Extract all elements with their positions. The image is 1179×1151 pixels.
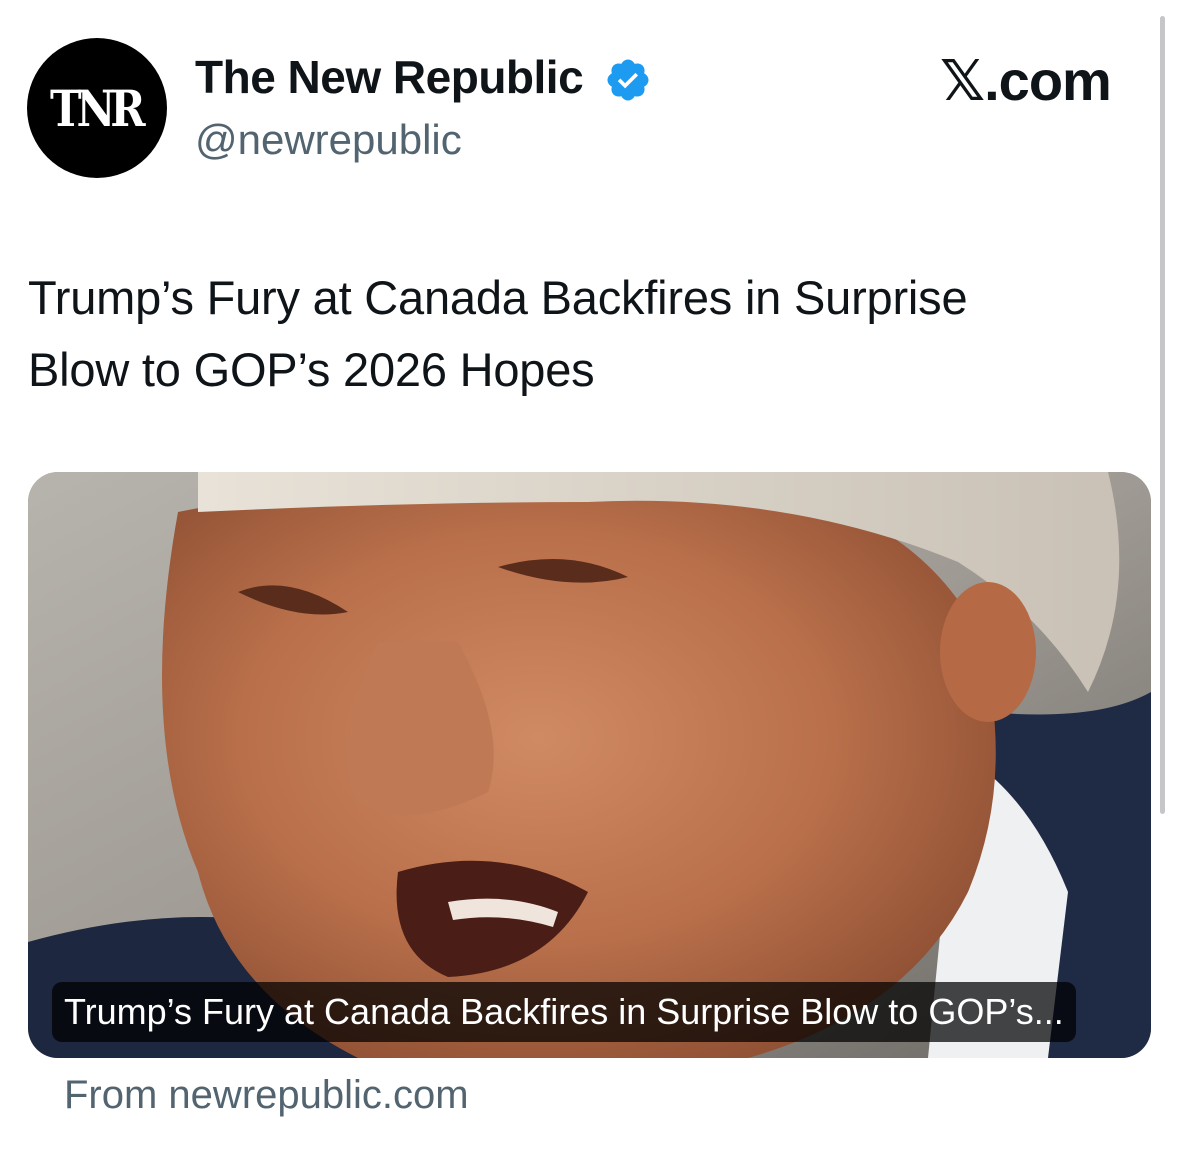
x-com-logo: 𝕏.com [940,49,1112,112]
tweet-text-line: Blow to GOP’s 2026 Hopes [28,343,595,396]
avatar[interactable]: TNR [27,38,167,178]
card-source-domain[interactable]: From newrepublic.com [64,1073,469,1118]
display-name[interactable]: The New Republic [195,50,584,104]
tweet-text-line: Trump’s Fury at Canada Backfires in Surp… [28,271,968,324]
tnr-logo-icon: TNR [49,78,146,138]
tweet-screenshot: TNR The New Republic @newrepublic 𝕏.com … [0,0,1179,1151]
link-preview-card[interactable]: Trump’s Fury at Canada Backfires in Surp… [28,472,1151,1058]
card-photo [28,472,1151,1058]
card-title: Trump’s Fury at Canada Backfires in Surp… [52,982,1076,1042]
tweet-text: Trump’s Fury at Canada Backfires in Surp… [28,262,1138,406]
scrollbar[interactable] [1160,16,1165,814]
account-handle[interactable]: @newrepublic [195,116,462,164]
verified-badge-icon [607,59,649,101]
